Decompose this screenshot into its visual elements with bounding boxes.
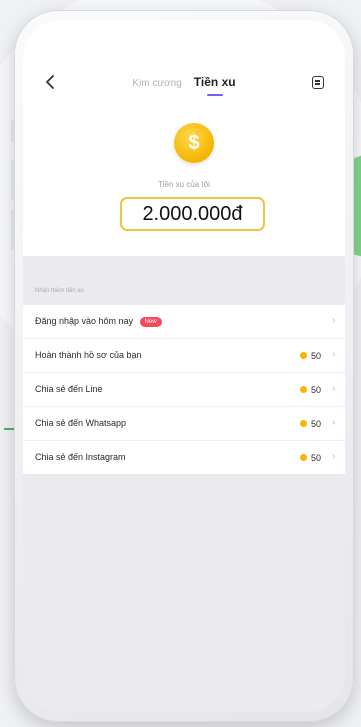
coin-icon [300, 386, 307, 393]
list-item-label: Chia sẻ đến Instagram [35, 452, 126, 462]
chevron-right-icon: › [332, 451, 336, 462]
new-badge: New [139, 317, 162, 327]
list-item-complete-profile[interactable]: Hoàn thành hồ sơ của bạn 50 › [23, 339, 345, 373]
scene: Kim cương Tiền xu $ Tiền xu của tôi 2.00… [0, 0, 361, 727]
reward-value: 50 [311, 419, 322, 429]
chevron-right-icon: › [332, 349, 336, 360]
reward-value: 50 [311, 351, 322, 361]
phone-side-button [11, 210, 15, 250]
coin-icon: $ [174, 123, 214, 163]
list-item-label: Hoàn thành hồ sơ của bạn [35, 350, 142, 360]
chevron-right-icon: › [332, 315, 336, 326]
coin-symbol: $ [188, 132, 200, 154]
list-item-label: Chia sẻ đến Line [35, 384, 103, 394]
earn-section-title: Nhận thêm tiền xu [35, 288, 84, 294]
phone-side-button [11, 160, 15, 200]
my-coins-label: Tiền xu của tôi [158, 180, 210, 189]
phone-screen: Kim cương Tiền xu $ Tiền xu của tôi 2.00… [23, 20, 345, 712]
coin-icon [300, 420, 307, 427]
list-item-share-instagram[interactable]: Chia sẻ đến Instagram 50 › [23, 441, 345, 474]
list-item-label: Đăng nhập vào hôm nay New [35, 316, 162, 327]
list-item-daily-login[interactable]: Đăng nhập vào hôm nay New › [23, 305, 345, 339]
note-icon[interactable] [312, 76, 324, 89]
phone-side-button [11, 120, 15, 142]
chevron-right-icon: › [332, 383, 336, 394]
tab-bar: Kim cương Tiền xu [23, 72, 345, 106]
earn-list: Đăng nhập vào hôm nay New › Hoàn thành h… [23, 305, 345, 474]
reward-value: 50 [311, 453, 322, 463]
list-item-label: Chia sẻ đến Whatsapp [35, 418, 127, 428]
coin-icon [300, 454, 307, 461]
reward-value: 50 [311, 385, 322, 395]
chevron-right-icon: › [332, 417, 336, 428]
coin-icon [300, 352, 307, 359]
list-item-share-line[interactable]: Chia sẻ đến Line 50 › [23, 373, 345, 407]
wallet-header-area: Kim cương Tiền xu $ Tiền xu của tôi 2.00… [23, 20, 345, 256]
list-item-share-whatsapp[interactable]: Chia sẻ đến Whatsapp 50 › [23, 407, 345, 441]
coin-balance: 2.000.000đ [120, 197, 265, 231]
tab-kim-cuong[interactable]: Kim cương [132, 74, 181, 94]
list-item-text: Đăng nhập vào hôm nay [35, 316, 134, 326]
tab-tien-xu[interactable]: Tiền xu [194, 72, 236, 96]
